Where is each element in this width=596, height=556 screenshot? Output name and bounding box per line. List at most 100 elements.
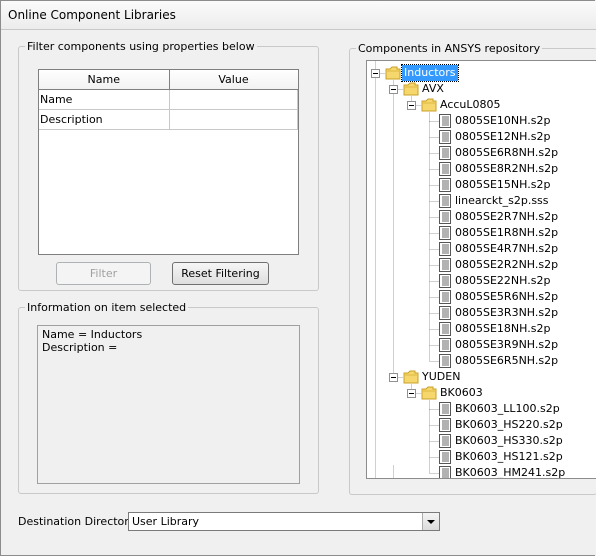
tree-folder-node[interactable]: BK0603	[367, 385, 596, 401]
collapse-icon[interactable]	[407, 101, 416, 110]
collapse-icon[interactable]	[389, 85, 398, 94]
tree-node-label: Inductors	[401, 64, 459, 82]
tree-node-label: 0805SE15NH.s2p	[455, 178, 551, 191]
tree-node-label: 0805SE6R5NH.s2p	[455, 354, 559, 367]
file-icon	[439, 274, 451, 288]
file-icon	[439, 194, 451, 208]
table-row: Name	[39, 89, 298, 110]
file-icon	[439, 450, 451, 464]
folder-icon	[421, 98, 437, 112]
collapse-icon[interactable]	[407, 389, 416, 398]
tree-node-label: 0805SE10NH.s2p	[455, 114, 551, 127]
property-value-cell-name[interactable]	[169, 89, 298, 110]
reset-filtering-button[interactable]: Reset Filtering	[172, 262, 269, 285]
tree-node-label: BK0603_HS220.s2p	[455, 418, 563, 431]
file-icon	[439, 242, 451, 256]
tree-file-node[interactable]: 0805SE12NH.s2p	[367, 129, 596, 145]
file-icon	[439, 114, 451, 128]
tree-folder-node[interactable]: AccuL0805	[367, 97, 596, 113]
tree-file-node[interactable]: 0805SE18NH.s2p	[367, 321, 596, 337]
collapse-icon[interactable]	[371, 69, 380, 78]
folder-icon	[385, 66, 401, 80]
tree-node-label: 0805SE3R9NH.s2p	[455, 338, 559, 351]
file-icon	[439, 146, 451, 160]
table-row: Description	[39, 109, 298, 130]
tree-node-label: 0805SE5R6NH.s2p	[455, 290, 559, 303]
file-icon	[439, 338, 451, 352]
info-text-area: Name = Inductors Description =	[37, 325, 300, 484]
tree-folder-node[interactable]: Inductors	[367, 64, 596, 82]
file-icon	[439, 210, 451, 224]
tree-file-node[interactable]: BK0603_HM241.s2p	[367, 465, 596, 479]
tree-file-node[interactable]: 0805SE5R6NH.s2p	[367, 289, 596, 305]
tree-node-label: 0805SE4R7NH.s2p	[455, 242, 559, 255]
tree-file-node[interactable]: 0805SE2R2NH.s2p	[367, 257, 596, 273]
column-header-value[interactable]: Value	[169, 70, 298, 90]
tree-folder-node[interactable]: AVX	[367, 81, 596, 97]
info-line-name: Name = Inductors	[42, 328, 143, 341]
title-bar: Online Component Libraries	[1, 1, 596, 30]
collapse-icon[interactable]	[389, 373, 398, 382]
file-icon	[439, 226, 451, 240]
window-title: Online Component Libraries	[8, 8, 176, 22]
tree-file-node[interactable]: 0805SE15NH.s2p	[367, 177, 596, 193]
destination-directory-select[interactable]: User Library	[128, 512, 440, 531]
file-icon	[439, 178, 451, 192]
file-icon	[439, 322, 451, 336]
filter-group-legend: Filter components using properties below	[27, 40, 255, 53]
tree-file-node[interactable]: linearckt_s2p.sss	[367, 193, 596, 209]
info-line-description: Description =	[42, 341, 118, 354]
tree-file-node[interactable]: 0805SE3R9NH.s2p	[367, 337, 596, 353]
folder-icon	[403, 370, 419, 384]
tree-node-label: BK0603_LL100.s2p	[455, 402, 560, 415]
tree-node-label: linearckt_s2p.sss	[455, 194, 549, 207]
file-icon	[439, 466, 451, 478]
file-icon	[439, 402, 451, 416]
tree-file-node[interactable]: BK0603_HS330.s2p	[367, 433, 596, 449]
tree-node-label: 0805SE22NH.s2p	[455, 274, 551, 287]
tree-node-label: BK0603_HS121.s2p	[455, 450, 563, 463]
tree-node-label: 0805SE1R8NH.s2p	[455, 226, 559, 239]
tree-file-node[interactable]: BK0603_LL100.s2p	[367, 401, 596, 417]
tree-node-label: 0805SE2R2NH.s2p	[455, 258, 559, 271]
file-icon	[439, 258, 451, 272]
tree-node-label: YUDEN	[422, 370, 461, 383]
destination-directory-label: Destination Directory	[18, 515, 136, 528]
file-icon	[439, 306, 451, 320]
tree-node-label: AVX	[422, 82, 444, 95]
property-value-cell-description[interactable]	[169, 109, 298, 130]
tree-file-node[interactable]: 0805SE4R7NH.s2p	[367, 241, 596, 257]
file-icon	[439, 418, 451, 432]
tree-file-node[interactable]: BK0603_HS121.s2p	[367, 449, 596, 465]
dropdown-arrow-button[interactable]	[422, 513, 439, 530]
tree-node-label: 0805SE6R8NH.s2p	[455, 146, 559, 159]
file-icon	[439, 354, 451, 368]
tree-file-node[interactable]: 0805SE6R8NH.s2p	[367, 145, 596, 161]
tree-file-node[interactable]: 0805SE22NH.s2p	[367, 273, 596, 289]
tree-node-label: BK0603	[440, 386, 483, 399]
filter-property-grid: Name Value Name Description	[38, 69, 299, 255]
tree-file-node[interactable]: 0805SE1R8NH.s2p	[367, 225, 596, 241]
tree-node-label: 0805SE2R7NH.s2p	[455, 210, 559, 223]
info-group-legend: Information on item selected	[27, 301, 187, 314]
tree-node-label: BK0603_HS330.s2p	[455, 434, 563, 447]
folder-icon	[403, 82, 419, 96]
tree-folder-node[interactable]: YUDEN	[367, 369, 596, 385]
repository-group-legend: Components in ANSYS repository	[358, 42, 541, 55]
filter-button[interactable]: Filter	[56, 262, 151, 285]
file-icon	[439, 162, 451, 176]
folder-icon	[421, 386, 437, 400]
tree-node-label: 0805SE12NH.s2p	[455, 130, 551, 143]
tree-file-node[interactable]: 0805SE3R3NH.s2p	[367, 305, 596, 321]
tree-file-node[interactable]: 0805SE8R2NH.s2p	[367, 161, 596, 177]
chevron-down-icon	[427, 520, 435, 524]
file-icon	[439, 434, 451, 448]
component-tree[interactable]: Inductors AVX AccuL0805 0805SE10NH.s2p 0805S…	[366, 60, 596, 479]
tree-file-node[interactable]: 0805SE10NH.s2p	[367, 113, 596, 129]
column-header-name[interactable]: Name	[39, 70, 170, 90]
tree-node-label: BK0603_HM241.s2p	[455, 466, 566, 479]
tree-file-node[interactable]: 0805SE2R7NH.s2p	[367, 209, 596, 225]
tree-file-node[interactable]: BK0603_HS220.s2p	[367, 417, 596, 433]
file-icon	[439, 130, 451, 144]
tree-file-node[interactable]: 0805SE6R5NH.s2p	[367, 353, 596, 369]
